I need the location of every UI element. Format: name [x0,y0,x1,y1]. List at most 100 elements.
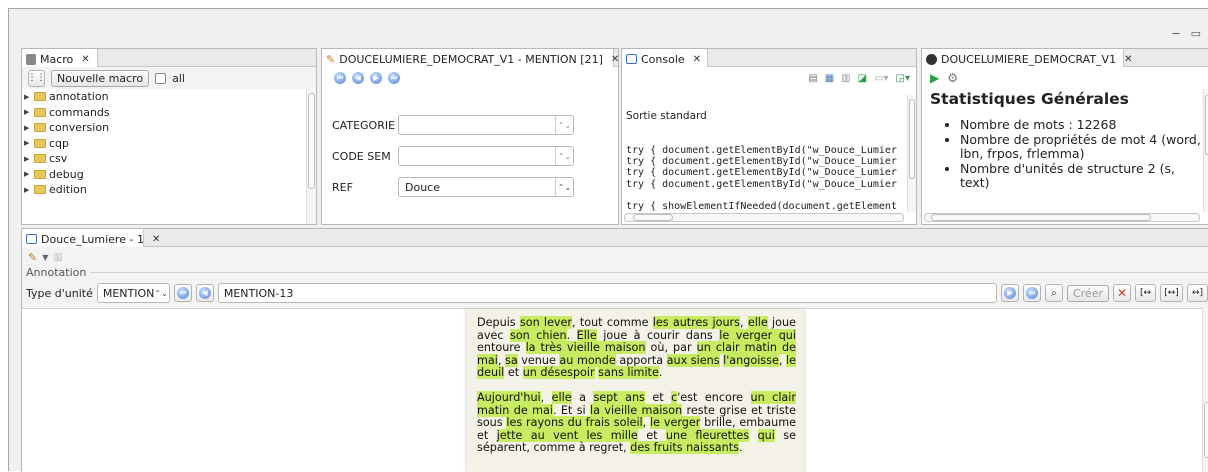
chevron-updown-icon[interactable]: ⌃⌄ [555,147,573,165]
mention-highlight[interactable]: une fleurettes [665,428,750,442]
mention-highlight[interactable]: aux siens [666,353,720,367]
mention-highlight[interactable]: sans limite [598,366,659,380]
close-icon[interactable]: ✕ [693,54,701,65]
last-unit-button[interactable]: ⏭ [1022,284,1041,302]
scroll-lock-icon[interactable]: ▦ [825,73,834,84]
console-hscrollbar-thumb[interactable] [633,214,673,221]
create-button[interactable]: Créer [1066,284,1109,302]
tree-item-conversion[interactable]: ▶ conversion [22,120,306,136]
tree-item-commands[interactable]: ▶ commands [22,105,306,121]
stats-hscrollbar[interactable] [924,213,1200,222]
tab-mention[interactable]: ✎ DOUCELUMIERE_DEMOCRAT_V1 - MENTION [21… [322,49,619,67]
unit-type-select[interactable]: MENTION ⌃⌄ [96,283,170,303]
macro-scrollbar-thumb[interactable] [308,93,315,189]
mention-highlight[interactable]: des fruits naissants [630,441,739,455]
annotate-icon[interactable]: ✎ [28,251,37,264]
extend-left-button[interactable]: [↔ [1135,284,1156,302]
console-hscrollbar[interactable] [624,213,904,222]
mention-highlight[interactable]: les autres jours [652,316,740,329]
console-scrollbar[interactable] [907,95,916,212]
pin-console-icon[interactable]: ▥ [841,73,850,84]
search-button[interactable]: ⌕ [1044,284,1063,302]
mention-highlight[interactable]: elle [551,390,572,404]
maximize-icon[interactable]: ▭ [1191,27,1201,40]
editor-toolbar: ✎ ▼ ▥ [22,249,1208,265]
close-icon[interactable]: ✕ [152,234,160,245]
extend-both-button[interactable]: [↔] [1160,284,1183,302]
macro-view-icon[interactable]: ⋮⋮ [28,69,46,87]
next-unit-button[interactable]: ▶ [1000,284,1019,302]
expand-arrow-icon[interactable]: ▶ [24,155,31,163]
extend-right-button[interactable]: ↔] [1187,284,1208,302]
mention-highlight[interactable]: jette au vent les mille [496,428,638,442]
close-icon[interactable]: ✕ [611,54,619,65]
editor-scrollbar-thumb[interactable] [1204,402,1208,458]
mention-highlight[interactable]: la vieille maison [590,403,683,417]
macro-scrollbar[interactable] [306,89,316,224]
document-text: , [778,353,786,367]
mention-highlight[interactable]: sa [505,353,518,367]
mention-highlight[interactable]: son lever [519,316,573,329]
dropdown-icon[interactable]: ▼ [42,253,48,262]
expand-arrow-icon[interactable]: ▶ [24,170,31,178]
last-icon[interactable]: ⏭ [388,72,400,84]
chevron-updown-icon[interactable]: ⌃⌄ [555,178,573,196]
open-console-icon[interactable]: ▭▾ [874,73,888,84]
code-sem-combo[interactable]: ⌃⌄ [398,146,574,166]
previous-unit-button[interactable]: ◀ [195,284,214,302]
mention-highlight[interactable]: le verger [650,416,701,430]
mention-highlight[interactable]: le verger qui [719,328,796,342]
tab-console[interactable]: Console ✕ [622,49,708,67]
tab-macro[interactable]: Macro ✕ [22,49,98,67]
ref-combo[interactable]: Douce ⌃⌄ [398,177,574,197]
save-annotations-icon[interactable]: ▥ [53,252,62,263]
expand-arrow-icon[interactable]: ▶ [24,124,31,132]
tree-item-edition[interactable]: ▶ edition [22,182,306,198]
mention-highlight[interactable]: Aujourd'hui [477,390,541,404]
expand-arrow-icon[interactable]: ▶ [24,93,31,101]
clear-console-icon[interactable]: ▤ [808,73,817,84]
expand-arrow-icon[interactable]: ▶ [24,186,31,194]
run-icon[interactable]: ▶ [930,71,939,85]
mention-highlight[interactable]: un désespoir [522,366,595,380]
tab-editor[interactable]: Douce_Lumiere - 1 ✕ [22,229,160,247]
mention-highlight[interactable]: l'angoisse [723,353,779,367]
categorie-combo[interactable]: ⌃⌄ [398,115,574,135]
mention-highlight[interactable]: Elle [576,328,597,342]
new-macro-button[interactable]: Nouvelle macro [51,69,150,87]
stats-scrollbar[interactable] [1203,89,1208,212]
all-checkbox[interactable] [155,72,167,84]
stats-hscrollbar-thumb[interactable] [931,214,1151,221]
document-viewport: Depuis son lever, tout comme les autres … [22,308,1202,472]
tree-item-annotation[interactable]: ▶ annotation [22,89,306,105]
mention-highlight[interactable]: son chien [510,328,567,342]
next-icon[interactable]: ▶ [370,72,382,84]
expand-arrow-icon[interactable]: ▶ [24,108,31,116]
first-unit-button[interactable]: ⏮ [173,284,192,302]
tree-item-csv[interactable]: ▶ csv [22,151,306,167]
minimize-icon[interactable]: − [1171,27,1180,40]
mention-highlight[interactable]: qui [757,428,775,442]
tree-item-debug[interactable]: ▶ debug [22,167,306,183]
display-console-icon[interactable]: ◪ [858,73,867,84]
mention-highlight[interactable]: elle [747,316,768,329]
new-console-icon[interactable]: ◲▾ [896,73,910,84]
mention-highlight[interactable]: les rayons du frais soleil [506,416,643,430]
mention-highlight[interactable]: la très vieille maison [525,341,646,355]
previous-icon[interactable]: ◀ [352,72,364,84]
first-icon[interactable]: ⏮ [334,72,346,84]
close-icon[interactable]: ✕ [1124,54,1132,65]
unit-id-field[interactable]: MENTION-13 [217,283,997,303]
mention-highlight[interactable]: sept ans [593,390,645,404]
settings-icon[interactable]: ⚙ [947,71,958,85]
console-scrollbar-thumb[interactable] [909,99,915,179]
chevron-updown-icon[interactable]: ⌃⌄ [555,116,573,134]
chevron-updown-icon[interactable]: ⌃⌄ [154,289,167,298]
delete-button[interactable]: ✕ [1113,284,1131,302]
expand-arrow-icon[interactable]: ▶ [24,139,31,147]
close-icon[interactable]: ✕ [81,54,89,65]
mention-highlight[interactable]: au monde [559,353,616,367]
editor-scrollbar[interactable] [1202,308,1208,472]
tab-stats[interactable]: DOUCELUMIERE_DEMOCRAT_V1 ✕ [922,49,1132,67]
tree-item-cqp[interactable]: ▶ cqp [22,136,306,152]
